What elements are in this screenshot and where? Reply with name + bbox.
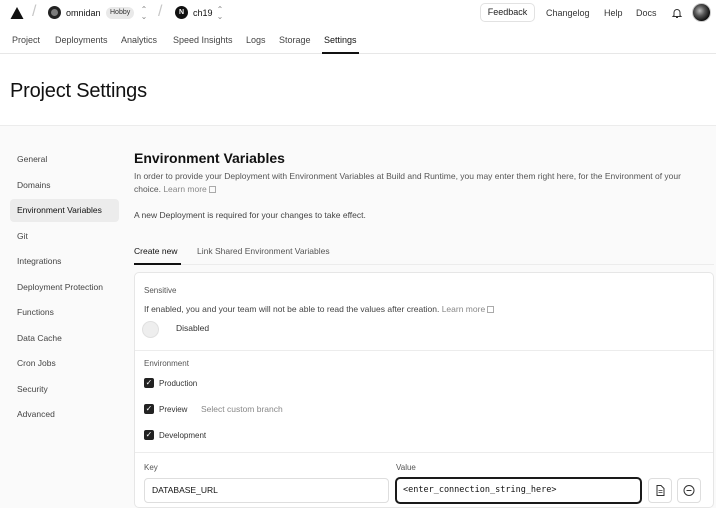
project-icon[interactable]: N [175, 6, 188, 19]
project-name[interactable]: ch19 [193, 8, 213, 18]
external-link-icon [208, 186, 216, 193]
tab-logs[interactable]: Logs [246, 35, 266, 45]
minus-circle-icon [683, 485, 695, 496]
sidebar-item-git[interactable]: Git [10, 225, 119, 248]
project-tabs: Project Deployments Analytics Speed Insi… [0, 28, 716, 54]
production-label[interactable]: Production [159, 379, 197, 388]
section-title: Environment Variables [134, 150, 285, 166]
description-text: In order to provide your Deployment with… [134, 171, 681, 194]
sensitive-toggle[interactable] [142, 321, 159, 338]
sensitive-description: If enabled, you and your team will not b… [144, 304, 495, 314]
changelog-link[interactable]: Changelog [546, 8, 590, 18]
tab-storage[interactable]: Storage [279, 35, 311, 45]
project-switcher-chevron-icon[interactable]: ⌃ ⌄ [216, 6, 224, 21]
tab-speed-insights[interactable]: Speed Insights [173, 35, 233, 45]
tab-analytics[interactable]: Analytics [121, 35, 157, 45]
tab-project[interactable]: Project [12, 35, 40, 45]
page-title: Project Settings [10, 80, 147, 102]
sidebar-item-environment-variables[interactable]: Environment Variables [10, 199, 119, 222]
sensitive-description-text: If enabled, you and your team will not b… [144, 304, 440, 314]
subtab-create-new[interactable]: Create new [134, 246, 177, 256]
development-checkbox[interactable]: ✓ [144, 430, 154, 440]
card-divider [135, 452, 713, 453]
preview-label[interactable]: Preview [159, 405, 187, 414]
plan-badge: Hobby [106, 7, 135, 19]
development-label[interactable]: Development [159, 431, 206, 440]
team-name[interactable]: omnidan [66, 8, 101, 18]
team-switcher-chevron-icon[interactable]: ⌃ ⌄ [140, 6, 148, 21]
active-subtab-indicator [134, 263, 181, 265]
sensitive-label: Sensitive [144, 286, 177, 295]
subtab-link-shared[interactable]: Link Shared Environment Variables [197, 246, 330, 256]
tab-settings[interactable]: Settings [324, 35, 357, 45]
sidebar-item-advanced[interactable]: Advanced [10, 403, 119, 426]
sensitive-learn-more-label: Learn more [441, 304, 486, 314]
subtab-divider [134, 264, 714, 265]
tab-deployments[interactable]: Deployments [55, 35, 108, 45]
custom-branch-select[interactable]: Select custom branch [201, 404, 283, 414]
vercel-logo-icon[interactable] [10, 6, 24, 20]
user-avatar[interactable] [692, 3, 711, 22]
separator-slash: / [158, 3, 163, 20]
key-input[interactable]: DATABASE_URL [144, 478, 389, 503]
help-link[interactable]: Help [604, 8, 623, 18]
active-tab-indicator [322, 52, 359, 54]
top-bar: / omnidan Hobby ⌃ ⌄ / N ch19 ⌃ ⌄ Feedback … [0, 0, 716, 28]
value-input[interactable]: <enter_connection_string_here> [395, 477, 642, 504]
sensitive-learn-more-link[interactable]: Learn more [441, 304, 495, 314]
preview-checkbox[interactable]: ✓ [144, 404, 154, 414]
sidebar-item-domains[interactable]: Domains [10, 174, 119, 197]
sensitive-toggle-state: Disabled [176, 323, 210, 333]
sidebar-item-cron-jobs[interactable]: Cron Jobs [10, 352, 119, 375]
import-env-file-button[interactable] [648, 478, 672, 503]
sidebar-item-data-cache[interactable]: Data Cache [10, 327, 119, 350]
sidebar-item-general[interactable]: General [10, 148, 119, 171]
remove-variable-button[interactable] [677, 478, 701, 503]
external-link-icon [487, 306, 495, 313]
learn-more-link[interactable]: Learn more [163, 184, 216, 194]
feedback-button[interactable]: Feedback [480, 3, 535, 22]
learn-more-label: Learn more [163, 184, 207, 194]
sidebar-item-security[interactable]: Security [10, 378, 119, 401]
sidebar-item-deployment-protection[interactable]: Deployment Protection [10, 276, 119, 299]
production-checkbox[interactable]: ✓ [144, 378, 154, 388]
team-avatar[interactable] [48, 6, 61, 19]
value-label: Value [396, 463, 416, 472]
key-label: Key [144, 463, 158, 472]
card-divider [135, 350, 713, 351]
section-description: In order to provide your Deployment with… [134, 170, 709, 196]
environment-label: Environment [144, 359, 189, 368]
separator-slash: / [32, 3, 37, 20]
sidebar-item-functions[interactable]: Functions [10, 301, 119, 324]
file-icon [656, 485, 665, 496]
redeploy-notice: A new Deployment is required for your ch… [134, 210, 366, 220]
sidebar-item-integrations[interactable]: Integrations [10, 250, 119, 273]
bell-icon[interactable] [671, 7, 683, 19]
docs-link[interactable]: Docs [636, 8, 657, 18]
